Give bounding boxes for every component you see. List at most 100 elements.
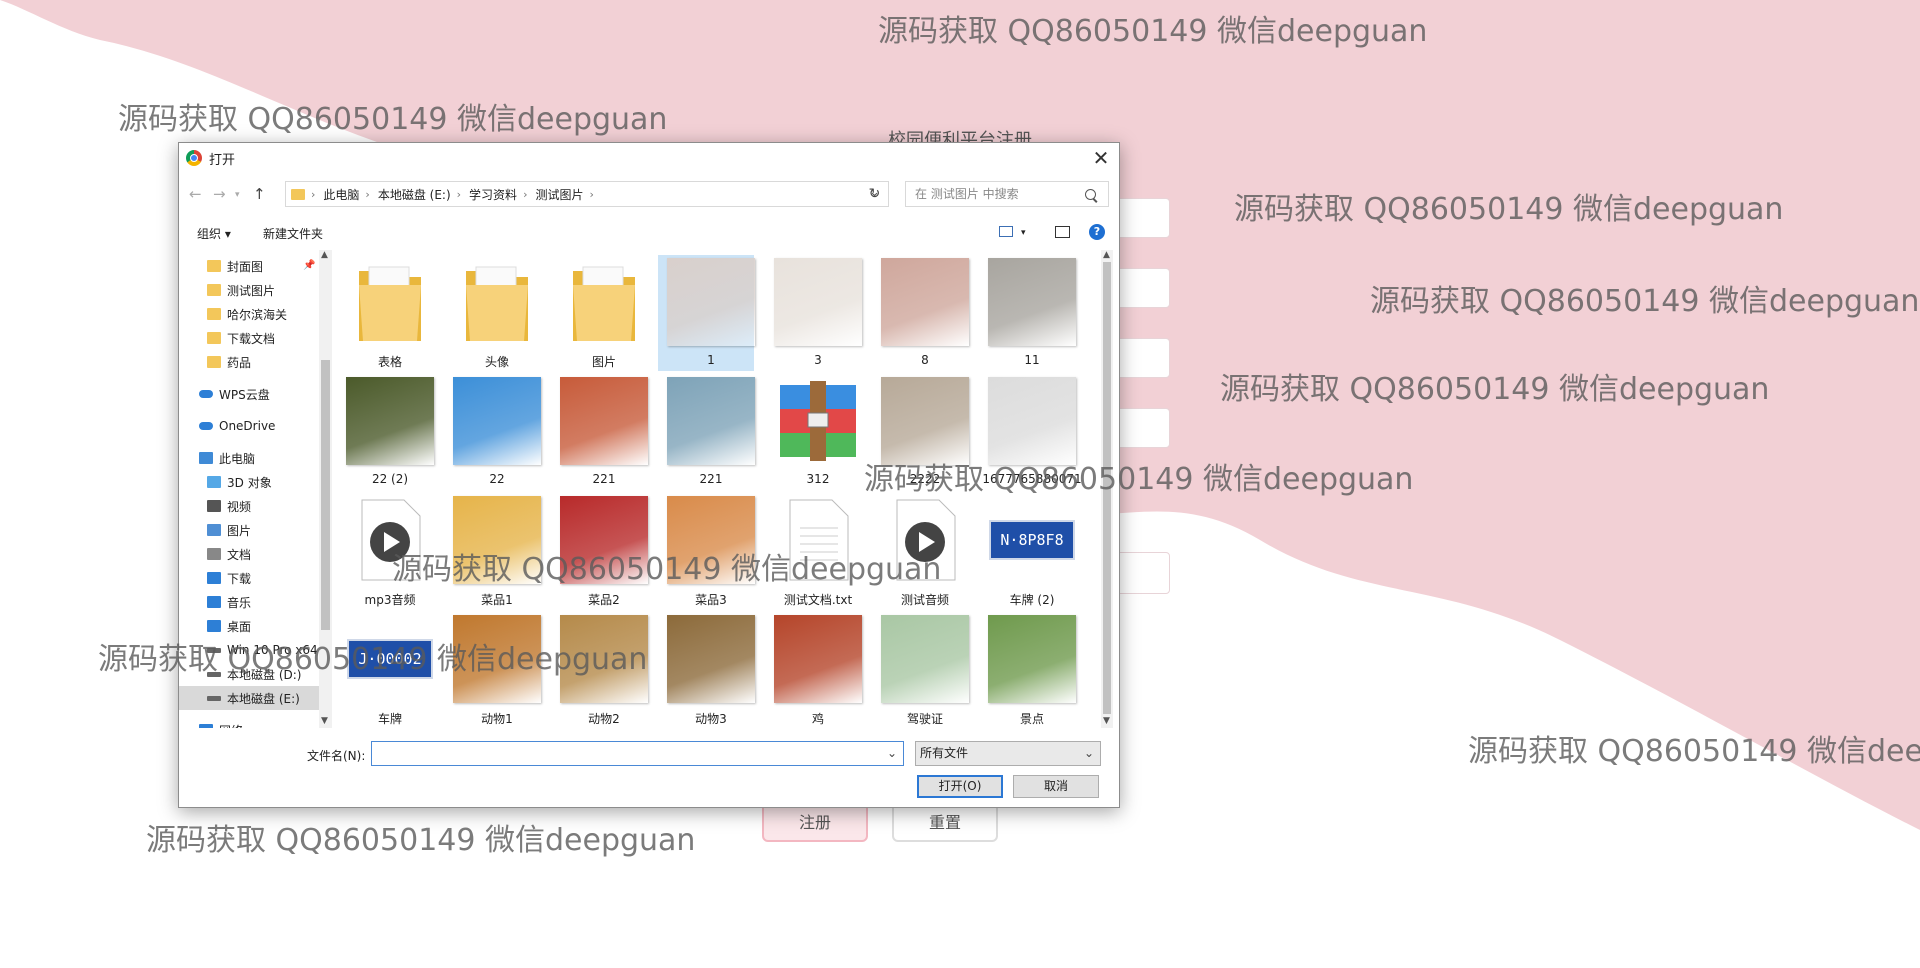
file-item[interactable]: 8 [872,255,969,371]
file-name: mp3音频 [364,593,416,607]
image-thumbnail-icon [773,257,863,347]
breadcrumb-drive-e[interactable]: 本地磁盘 (E:) [378,186,451,203]
file-item[interactable]: 菜品2 [551,493,648,609]
cloud-icon [199,390,213,398]
nav-item-label: 封面图 [227,259,264,274]
nav-item[interactable]: 药品 [179,350,319,374]
nav-item[interactable]: 桌面 [179,614,319,638]
up-arrow-icon[interactable]: ↑ [253,185,266,203]
file-item[interactable]: 1677765880071 [979,374,1082,490]
file-item[interactable]: 测试音频 [872,493,968,609]
file-name: 221 [699,472,723,486]
scroll-up-icon[interactable]: ▲ [321,250,328,260]
video-icon [207,500,221,512]
search-input[interactable]: 在 测试图片 中搜索 [905,181,1109,207]
file-item[interactable]: 221 [658,374,755,490]
scroll-up-icon[interactable]: ▲ [1103,250,1110,260]
address-bar[interactable]: › 此电脑 › 本地磁盘 (E:) › 学习资料 › 测试图片 › ⌄ [285,181,889,207]
file-item[interactable]: 动物2 [551,612,648,725]
nav-item[interactable]: 此电脑 [179,446,319,470]
view-icon[interactable] [999,226,1013,237]
file-item[interactable]: J·00002 车牌 [337,612,433,725]
file-name: 菜品1 [481,593,513,607]
nav-item[interactable]: 图片 [179,518,319,542]
scroll-down-icon[interactable]: ▼ [1103,716,1110,726]
forward-arrow-icon[interactable]: → [213,185,226,203]
filetype-select[interactable]: 所有文件 ⌄ [915,741,1101,766]
preview-pane-icon[interactable] [1055,226,1070,238]
nav-item[interactable]: 下载文档 [179,326,319,350]
nav-item[interactable]: 3D 对象 [179,470,319,494]
filename-input[interactable]: ⌄ [371,741,904,766]
back-arrow-icon[interactable]: ← [189,185,202,203]
file-item[interactable]: 22 (2) [337,374,434,490]
file-name: 头像 [484,355,509,369]
file-name: 2222 [909,472,941,486]
close-icon[interactable]: ✕ [1089,147,1113,169]
breadcrumb-test-images[interactable]: 测试图片 [535,186,583,203]
files-scroll-thumb[interactable] [1103,262,1111,714]
organize-menu[interactable]: 组织 ▾ [197,225,231,242]
nav-scrollbar[interactable]: ▲ ▼ [319,250,332,728]
help-icon[interactable]: ? [1089,224,1105,240]
breadcrumb-study[interactable]: 学习资料 [469,186,517,203]
folder-icon [452,257,542,347]
file-item[interactable]: 11 [979,255,1076,371]
file-item[interactable]: 1 [658,255,755,371]
filetype-value: 所有文件 [920,746,969,760]
file-item[interactable]: 驾驶证 [872,612,969,725]
file-item[interactable]: 测试文档.txt [765,493,861,609]
file-item[interactable]: 鸡 [765,612,863,725]
recent-chevron-icon[interactable]: ▾ [235,190,240,200]
dialog-titlebar[interactable]: 打开 ✕ [179,143,1119,173]
breadcrumb-this-pc[interactable]: 此电脑 [323,186,359,203]
scroll-down-icon[interactable]: ▼ [321,716,328,726]
file-item[interactable]: 2222 [872,374,969,490]
file-item[interactable]: 表格 [337,255,433,371]
nav-item[interactable]: 视频 [179,494,319,518]
nav-item[interactable]: 本地磁盘 (D:) [179,662,319,686]
nav-item[interactable]: 哈尔滨海关 [179,302,319,326]
file-name: 图片 [591,355,616,369]
nav-item-label: Win 10 Pro x64 [227,643,318,657]
nav-item[interactable]: 封面图 📌 [179,254,319,278]
files-scrollbar[interactable]: ▲ ▼ [1101,250,1113,728]
chevron-down-icon[interactable]: ⌄ [887,746,897,760]
nav-item[interactable]: 文档 [179,542,319,566]
file-item[interactable]: 头像 [444,255,540,371]
file-item[interactable]: 图片 [551,255,647,371]
nav-item[interactable]: 本地磁盘 (E:) [179,686,319,710]
file-item[interactable]: mp3音频 [337,493,433,609]
nav-item[interactable]: 网络 [179,718,319,728]
nav-item-label: 下载文档 [227,331,276,346]
file-item[interactable]: 动物3 [658,612,755,725]
nav-item[interactable]: 测试图片 [179,278,319,302]
download-icon [207,572,221,584]
pin-icon[interactable]: 📌 [303,260,315,271]
search-icon[interactable] [1085,189,1096,200]
open-button[interactable]: 打开(O) [917,775,1003,798]
nav-item[interactable]: WPS云盘 [179,382,319,406]
file-item[interactable]: 22 [444,374,541,490]
nav-item[interactable]: Win 10 Pro x64 [179,638,319,662]
file-item[interactable]: N·8P8F8 车牌 (2) [979,493,1075,609]
file-name: 菜品2 [588,593,620,607]
file-item[interactable]: 景点 [979,612,1076,725]
drive-icon [207,671,221,677]
file-item[interactable]: 动物1 [444,612,541,725]
new-folder-button[interactable]: 新建文件夹 [263,225,323,242]
file-item[interactable]: 312 [765,374,861,490]
nav-item[interactable]: 下载 [179,566,319,590]
file-item[interactable]: 3 [765,255,863,371]
nav-scroll-thumb[interactable] [321,360,330,630]
file-item[interactable]: 菜品1 [444,493,541,609]
nav-item[interactable]: OneDrive [179,414,319,438]
file-item[interactable]: 221 [551,374,648,490]
folder-icon [207,284,221,296]
file-item[interactable]: 菜品3 [658,493,755,609]
image-thumbnail-icon [773,614,863,704]
view-chevron-icon[interactable]: ▾ [1021,228,1026,238]
refresh-icon[interactable]: ↻ [861,181,889,207]
nav-item[interactable]: 音乐 [179,590,319,614]
cancel-button[interactable]: 取消 [1013,775,1099,798]
